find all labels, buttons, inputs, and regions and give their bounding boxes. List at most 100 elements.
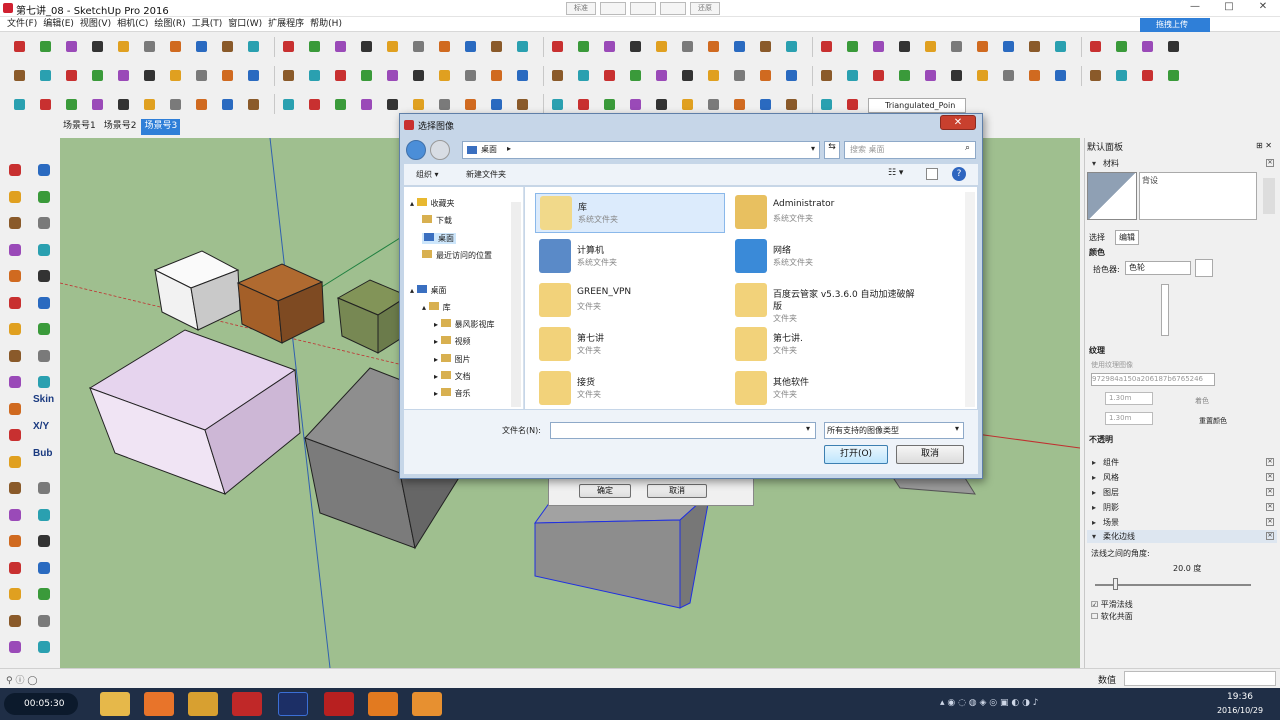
tool-button-icon[interactable] [36, 95, 55, 114]
tool-button-icon[interactable] [1086, 66, 1105, 85]
tool-button-icon[interactable] [409, 66, 428, 85]
tool-button-icon[interactable] [192, 37, 211, 56]
file-item[interactable]: 库系统文件夹 [535, 193, 725, 233]
upload-button[interactable]: 拖拽上传 [1140, 18, 1210, 32]
left-tool-icon[interactable] [34, 293, 54, 313]
left-tool-icon[interactable] [34, 240, 54, 260]
left-tool-icon[interactable] [5, 293, 25, 313]
office-taskbar-icon[interactable] [368, 692, 398, 716]
tool-button-icon[interactable] [218, 37, 237, 56]
left-tool-icon[interactable] [34, 531, 54, 551]
tool-button-icon[interactable] [843, 66, 862, 85]
view-restore-button[interactable]: 还原 [690, 2, 720, 15]
tool-button-icon[interactable] [88, 37, 107, 56]
tool-button-icon[interactable] [704, 66, 723, 85]
close-icon[interactable]: ✕ [1266, 532, 1274, 540]
tool-button-icon[interactable] [730, 95, 749, 114]
tool-button-icon[interactable] [782, 37, 801, 56]
tool-button-icon[interactable] [921, 37, 940, 56]
tool-button-icon[interactable] [817, 66, 836, 85]
close-icon[interactable]: ✕ [1266, 159, 1274, 167]
components-header[interactable]: 组件 ✕ [1087, 456, 1277, 469]
address-dropdown-icon[interactable]: ▾ [811, 144, 815, 153]
left-tool-icon[interactable] [34, 213, 54, 233]
tool-button-icon[interactable] [999, 37, 1018, 56]
file-item[interactable]: Administrator 系统文件夹 [731, 193, 921, 233]
tool-button-icon[interactable] [357, 95, 376, 114]
left-tool-icon[interactable] [34, 611, 54, 631]
tool-button-icon[interactable] [652, 66, 671, 85]
tool-button-icon[interactable] [756, 66, 775, 85]
tool-button-icon[interactable] [626, 37, 645, 56]
tool-button-icon[interactable] [331, 95, 350, 114]
tool-button-icon[interactable] [62, 37, 81, 56]
tool-button-icon[interactable] [331, 37, 350, 56]
search-icon[interactable]: ⌕ [965, 143, 970, 153]
tool-button-icon[interactable] [305, 95, 324, 114]
left-tool-text-bub[interactable]: Bub [33, 448, 52, 459]
tool-button-icon[interactable] [574, 66, 593, 85]
menu-tools[interactable]: 工具(T) [189, 17, 226, 31]
shadows-header[interactable]: 阴影 ✕ [1087, 501, 1277, 514]
texture-height-field[interactable]: 1.30m [1105, 412, 1153, 425]
texture-file-field[interactable]: 972984a150a206187b6765246 [1091, 373, 1215, 386]
tool-button-icon[interactable] [652, 95, 671, 114]
cancel-button[interactable]: 取消 [896, 445, 964, 464]
file-item[interactable]: 计算机 系统文件夹 [535, 237, 725, 277]
tool-button-icon[interactable] [1025, 37, 1044, 56]
breadcrumb-chevron-icon[interactable]: ▸ [507, 144, 511, 153]
tool-button-icon[interactable] [409, 37, 428, 56]
tool-button-icon[interactable] [973, 66, 992, 85]
sketchup-taskbar-icon[interactable] [232, 692, 262, 716]
material-buttons[interactable] [1263, 178, 1275, 214]
behind-cancel-button[interactable]: 取消 [647, 484, 707, 498]
menu-edit[interactable]: 编辑(E) [40, 17, 77, 31]
tool-button-icon[interactable] [782, 66, 801, 85]
tool-button-icon[interactable] [357, 66, 376, 85]
scenes-header[interactable]: 场景 ✕ [1087, 516, 1277, 529]
left-tool-icon[interactable] [5, 425, 25, 445]
close-icon[interactable]: ✕ [1266, 503, 1274, 511]
explorer-taskbar-icon[interactable] [100, 692, 130, 716]
menu-camera[interactable]: 相机(C) [114, 17, 151, 31]
tool-button-icon[interactable] [869, 37, 888, 56]
nav-item[interactable]: ▴ 桌面 [410, 284, 447, 296]
tool-button-icon[interactable] [244, 95, 263, 114]
tool-button-icon[interactable] [192, 66, 211, 85]
scene-tab-3[interactable]: 场景号3 [141, 119, 181, 135]
tool-button-icon[interactable] [383, 37, 402, 56]
tool-button-icon[interactable] [10, 66, 29, 85]
measurements-input[interactable] [1124, 671, 1276, 686]
tool-button-icon[interactable] [1164, 66, 1183, 85]
tool-button-icon[interactable] [817, 37, 836, 56]
tool-button-icon[interactable] [600, 66, 619, 85]
tool-button-icon[interactable] [947, 37, 966, 56]
left-tool-icon[interactable] [5, 637, 25, 657]
tool-button-icon[interactable] [244, 37, 263, 56]
nav-item[interactable]: ▸ 音乐 [434, 388, 471, 399]
left-tool-text-skin[interactable]: Skin [33, 394, 54, 405]
file-item[interactable]: 第七讲. 文件夹 [731, 325, 921, 365]
file-item[interactable]: 其他软件 文件夹 [731, 369, 921, 409]
color-swatch[interactable] [1195, 259, 1213, 277]
file-item[interactable]: 接货 文件夹 [535, 369, 725, 409]
back-button[interactable] [406, 140, 426, 160]
tool-button-icon[interactable] [704, 95, 723, 114]
tool-button-icon[interactable] [1051, 66, 1070, 85]
new-folder-button[interactable]: 新建文件夹 [466, 169, 506, 180]
tool-button-icon[interactable] [678, 95, 697, 114]
powerpoint-taskbar-icon[interactable] [144, 692, 174, 716]
tool-button-icon[interactable] [782, 95, 801, 114]
tool-button-icon[interactable] [600, 95, 619, 114]
color-slider[interactable] [1161, 284, 1169, 336]
status-icons[interactable]: ⚲ ⓘ ◯ [6, 673, 37, 686]
left-tool-icon[interactable] [34, 160, 54, 180]
tool-button-icon[interactable] [756, 95, 775, 114]
tool-button-icon[interactable] [140, 37, 159, 56]
styles-header[interactable]: 风格 ✕ [1087, 471, 1277, 484]
left-tool-icon[interactable] [5, 558, 25, 578]
view-options-icon[interactable]: ☷ ▾ [888, 168, 903, 178]
address-bar[interactable]: 桌面 ▸ ▾ [462, 141, 820, 159]
tool-button-icon[interactable] [279, 37, 298, 56]
tool-button-icon[interactable] [218, 95, 237, 114]
